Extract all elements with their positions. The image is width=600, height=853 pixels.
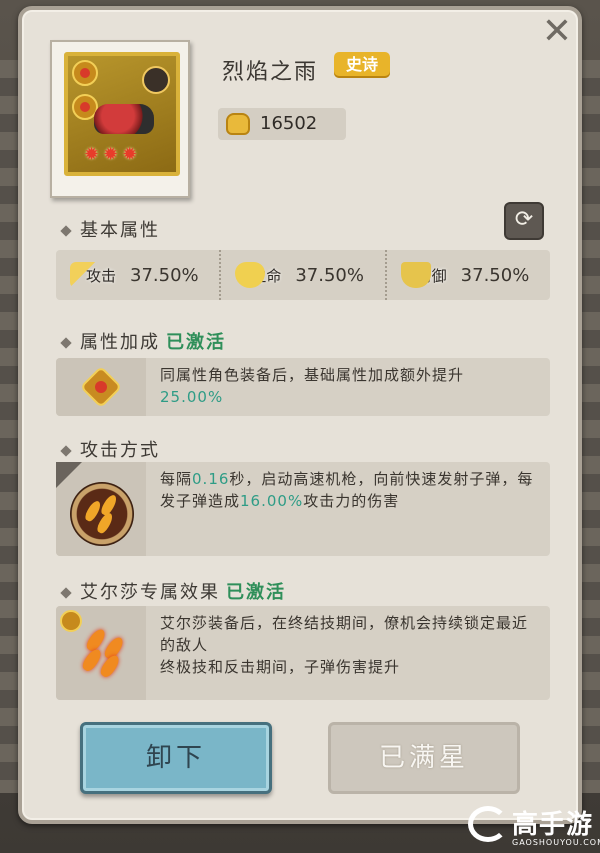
watermark-logo-icon (468, 806, 508, 842)
attack-mode-title: 攻击方式 (60, 436, 160, 462)
attack-mode-box: 每隔0.16秒，启动高速机枪，向前快速发射子弹，每发子弹造成16.00%攻击力的… (56, 462, 550, 556)
equipment-portrait: ✹ ✹ ✹ (64, 52, 180, 176)
shield-icon (400, 262, 431, 288)
star-icon: ✹ (103, 144, 119, 165)
attribute-bonus-title: 属性加成 已激活 (60, 328, 226, 354)
watermark-url: GAOSHOUYOU.COM (512, 838, 600, 847)
basic-attributes-title: 基本属性 (60, 216, 160, 242)
star-icon: ✹ (122, 144, 138, 165)
stat-value: 37.50% (130, 264, 199, 286)
power-fist-icon (226, 113, 250, 135)
exclusive-effect-box: 艾尔莎装备后，在终结技期间，僚机会持续锁定最近的敌人 终极技和反击期间，子弹伤害提… (56, 606, 550, 700)
status-badge: 已激活 (226, 582, 286, 603)
power-value: 16502 (260, 113, 318, 134)
element-badge-icon (72, 60, 98, 86)
stat-value: 37.50% (295, 264, 364, 286)
element-gear-icon (79, 365, 123, 409)
max-star-button[interactable]: 已满星 (328, 722, 520, 794)
rarity-badge: 史诗 (334, 52, 391, 78)
status-badge: 已激活 (166, 332, 226, 353)
drone-weapon-icon (94, 104, 154, 134)
sword-icon (70, 262, 100, 288)
flame-bullets-icon (68, 620, 134, 680)
star-icon: ✹ (84, 144, 100, 165)
bonus-description: 同属性角色装备后，基础属性加成额外提升 25.00% (160, 366, 465, 406)
attack-description: 每隔0.16秒，启动高速机枪，向前快速发射子弹，每发子弹造成16.00%攻击力的… (160, 470, 534, 510)
equipment-card: ✹ ✹ ✹ (50, 40, 190, 198)
watermark-name: 高手游 (512, 810, 594, 840)
item-name: 烈焰之雨 (222, 60, 319, 85)
unequip-button[interactable]: 卸下 (80, 722, 272, 794)
exclusive-description: 艾尔莎装备后，在终结技期间，僚机会持续锁定最近的敌人 终极技和反击期间，子弹伤害提… (160, 614, 529, 676)
diamond-bullet-icon (60, 445, 72, 457)
attribute-bonus-box: 同属性角色装备后，基础属性加成额外提升 25.00% (56, 358, 550, 416)
attack-icon-area (56, 462, 146, 556)
diamond-bullet-icon (60, 225, 72, 237)
stat-hp: 生命 37.50% (219, 250, 384, 300)
star-rating: ✹ ✹ ✹ (84, 146, 137, 164)
bullet-burst-icon (70, 482, 134, 546)
refresh-button[interactable]: ⟳ (504, 202, 544, 240)
power-display: 16502 (218, 108, 346, 140)
exclusive-effect-title: 艾尔莎专属效果 已激活 (60, 578, 286, 604)
diamond-bullet-icon (60, 587, 72, 599)
close-button[interactable]: ✕ (538, 14, 576, 52)
stats-row: 攻击 37.50% 生命 37.50% 防御 37.50% (56, 250, 550, 300)
diamond-bullet-icon (60, 337, 72, 349)
character-avatar-icon (142, 66, 170, 94)
stat-value: 37.50% (460, 264, 530, 286)
stat-attack: 攻击 37.50% (56, 250, 219, 300)
bonus-icon-area (56, 358, 146, 416)
stat-defense: 防御 37.50% (384, 250, 550, 300)
bullet-corner-icon (56, 462, 82, 488)
exclusive-icon-area (56, 606, 146, 700)
